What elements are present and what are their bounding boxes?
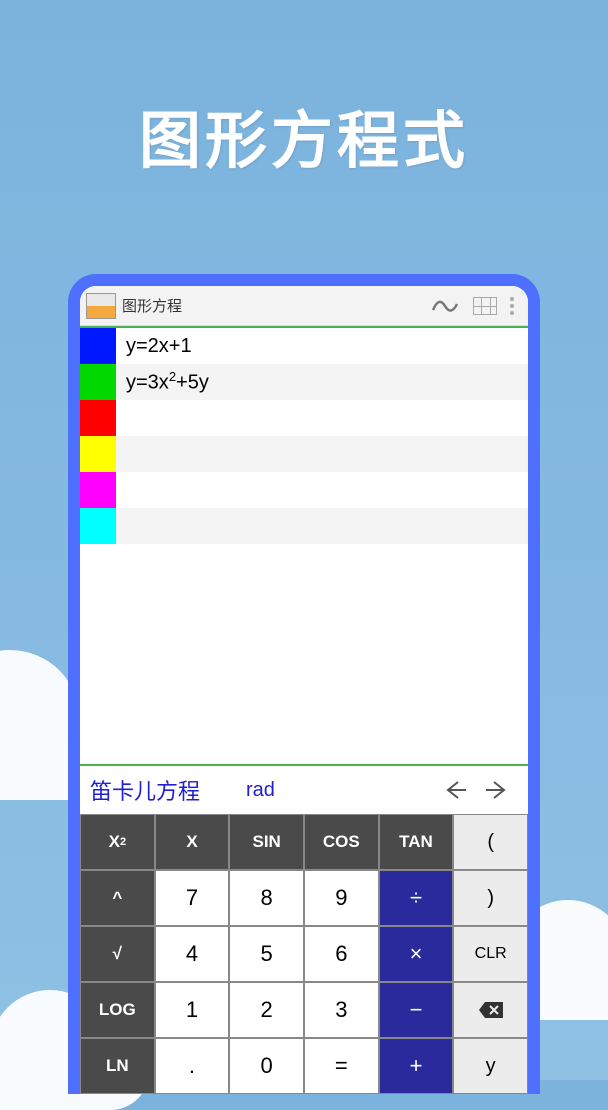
key-2[interactable]: 2 [229, 982, 304, 1038]
app-screen: 图形方程 y=2x+1 y=3x2+5y [80, 286, 528, 1094]
equation-row[interactable] [80, 436, 528, 472]
equation-text: y=2x+1 [116, 335, 192, 358]
color-swatch[interactable] [80, 328, 116, 364]
mode-bar: 笛卡儿方程 rad [80, 766, 528, 814]
key-8[interactable]: 8 [229, 870, 304, 926]
cursor-right-button[interactable] [476, 778, 518, 802]
equation-row[interactable] [80, 400, 528, 436]
equation-list: y=2x+1 y=3x2+5y [80, 328, 528, 544]
equation-row[interactable] [80, 472, 528, 508]
color-swatch[interactable] [80, 472, 116, 508]
equation-row[interactable]: y=3x2+5y [80, 364, 528, 400]
equation-row[interactable] [80, 508, 528, 544]
key-0[interactable]: 0 [229, 1038, 304, 1094]
key-x-squared[interactable]: X2 [80, 814, 155, 870]
key-sin[interactable]: SIN [229, 814, 304, 870]
cursor-left-button[interactable] [434, 778, 476, 802]
key-backspace[interactable] [453, 982, 528, 1038]
key-y[interactable]: y [453, 1038, 528, 1094]
key-sqrt[interactable]: √ [80, 926, 155, 982]
key-divide[interactable]: ÷ [379, 870, 454, 926]
key-3[interactable]: 3 [304, 982, 379, 1038]
table-view-icon[interactable] [468, 293, 502, 319]
graph-view-icon[interactable] [428, 293, 462, 319]
key-minus[interactable]: − [379, 982, 454, 1038]
key-4[interactable]: 4 [155, 926, 230, 982]
key-plus[interactable]: + [379, 1038, 454, 1094]
key-x[interactable]: X [155, 814, 230, 870]
app-icon [86, 293, 116, 319]
key-6[interactable]: 6 [304, 926, 379, 982]
page-title: 图形方程式 [0, 0, 608, 180]
key-log[interactable]: LOG [80, 982, 155, 1038]
keypad: X2 X SIN COS TAN ( ^ 7 8 9 ÷ ) √ 4 5 6 ×… [80, 814, 528, 1094]
angle-mode-button[interactable]: rad [246, 779, 275, 802]
key-close-paren[interactable]: ) [453, 870, 528, 926]
key-equals[interactable]: = [304, 1038, 379, 1094]
key-power[interactable]: ^ [80, 870, 155, 926]
color-swatch[interactable] [80, 436, 116, 472]
key-decimal[interactable]: . [155, 1038, 230, 1094]
key-tan[interactable]: TAN [379, 814, 454, 870]
key-7[interactable]: 7 [155, 870, 230, 926]
key-5[interactable]: 5 [229, 926, 304, 982]
color-swatch[interactable] [80, 400, 116, 436]
app-header: 图形方程 [80, 286, 528, 326]
key-9[interactable]: 9 [304, 870, 379, 926]
content-area [80, 544, 528, 766]
header-title: 图形方程 [122, 295, 422, 316]
equation-mode-button[interactable]: 笛卡儿方程 [90, 774, 200, 806]
phone-frame: 图形方程 y=2x+1 y=3x2+5y [68, 274, 540, 1094]
equation-row[interactable]: y=2x+1 [80, 328, 528, 364]
key-1[interactable]: 1 [155, 982, 230, 1038]
key-open-paren[interactable]: ( [453, 814, 528, 870]
menu-icon[interactable] [502, 297, 522, 315]
key-cos[interactable]: COS [304, 814, 379, 870]
equation-text: y=3x2+5y [116, 369, 209, 395]
key-ln[interactable]: LN [80, 1038, 155, 1094]
color-swatch[interactable] [80, 508, 116, 544]
key-multiply[interactable]: × [379, 926, 454, 982]
color-swatch[interactable] [80, 364, 116, 400]
key-clear[interactable]: CLR [453, 926, 528, 982]
